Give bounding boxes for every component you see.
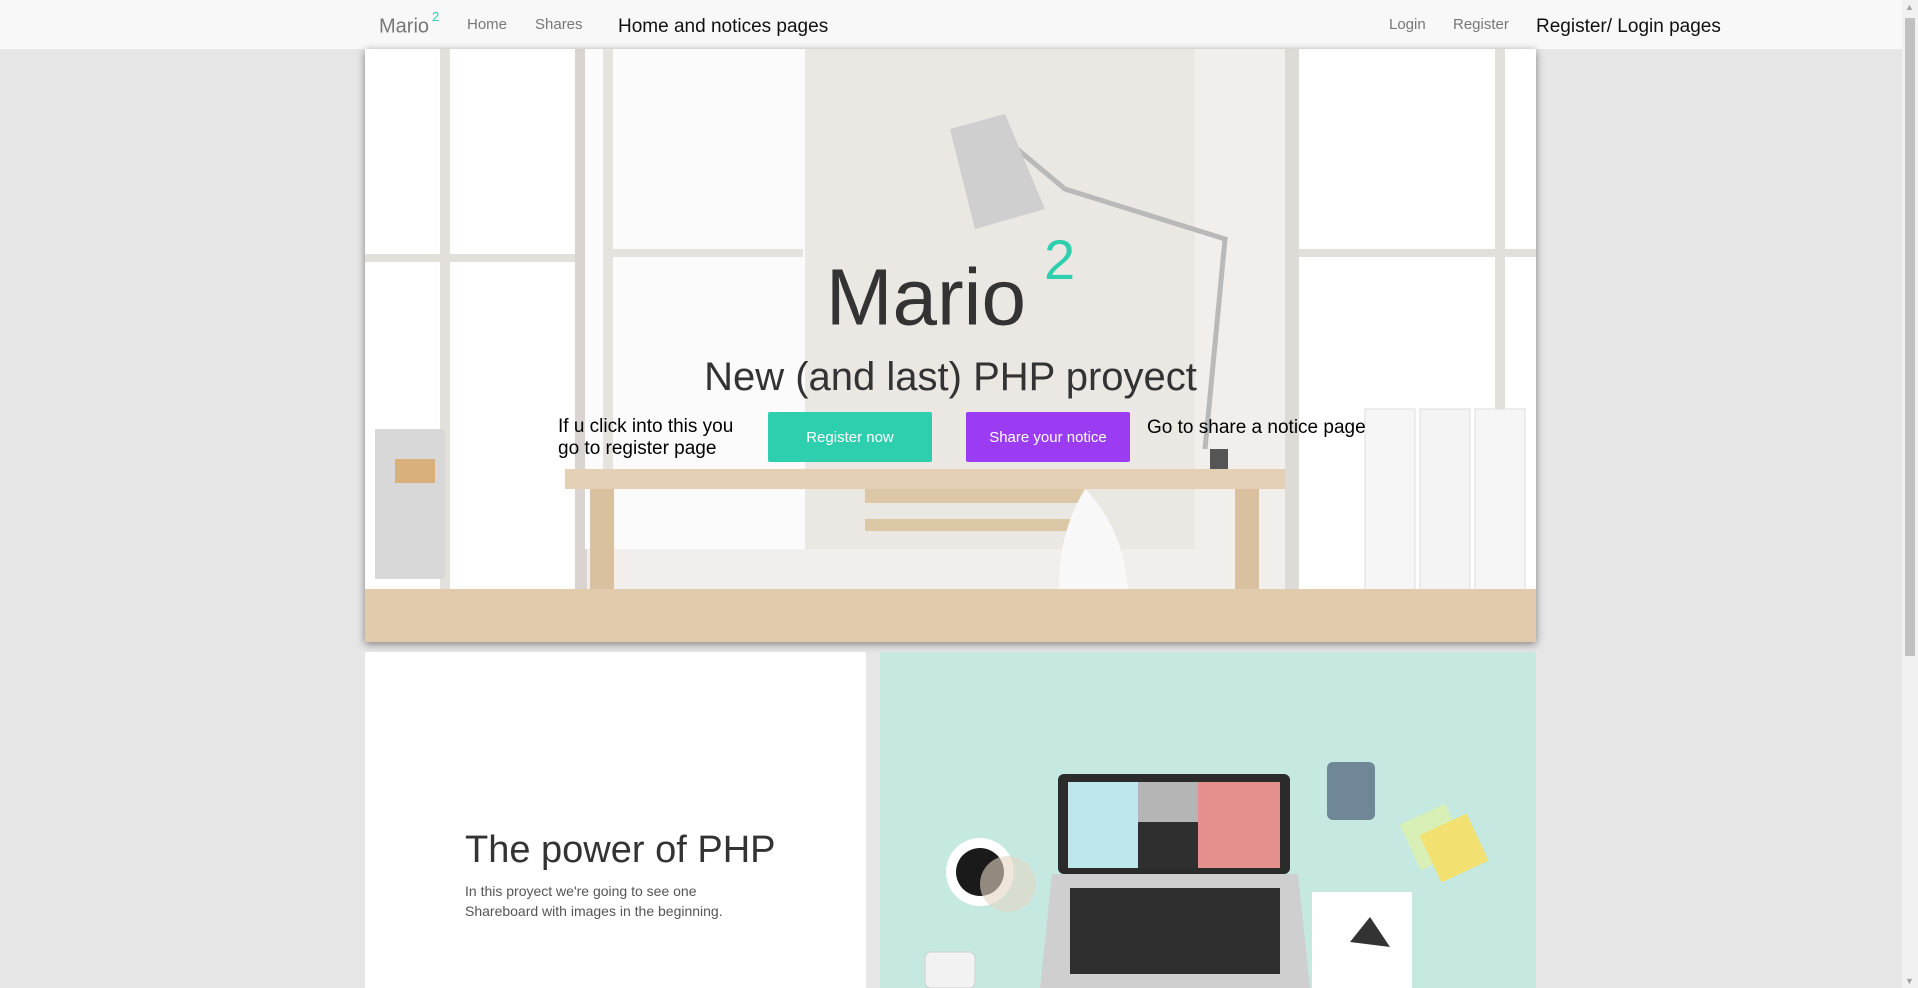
hero-background-image: [365, 49, 1536, 642]
feature-text-panel: The power of PHP In this proyect we're g…: [365, 652, 866, 988]
annotation-register-hint: If u click into this you go to register …: [558, 416, 733, 460]
annotation-share-hint: Go to share a notice page: [1147, 417, 1366, 438]
annotation-register-hint-line1: If u click into this you: [558, 416, 734, 437]
scroll-down-icon[interactable]: ▼: [1905, 976, 1914, 986]
hero-title: Mario 2: [365, 228, 1536, 344]
navbar: Mario 2 Home Shares Home and notices page…: [0, 0, 1902, 50]
workspace-laptop-image: [880, 652, 1536, 988]
nav-home-link[interactable]: Home: [467, 16, 507, 33]
share-notice-button[interactable]: Share your notice: [966, 412, 1130, 462]
annotation-register-login: Register/ Login pages: [1536, 16, 1721, 37]
feature-description: In this proyect we're going to see one S…: [465, 881, 765, 921]
annotation-home-notices: Home and notices pages: [618, 16, 829, 37]
vertical-scrollbar[interactable]: ▲ ▼: [1902, 0, 1918, 988]
scrollbar-thumb[interactable]: [1905, 18, 1915, 656]
scroll-up-icon[interactable]: ▲: [1905, 2, 1914, 12]
brand-logo[interactable]: Mario 2: [379, 9, 439, 39]
register-now-button[interactable]: Register now: [768, 412, 932, 462]
hero-subtitle: New (and last) PHP proyect: [704, 355, 1197, 399]
feature-description-line1: In this proyect we're going to see one: [465, 883, 697, 899]
hero-title-superscript: 2: [1043, 228, 1076, 291]
brand-name[interactable]: Mario: [379, 16, 429, 38]
feature-title: The power of PHP: [465, 829, 776, 871]
hero-title-text: Mario: [825, 252, 1026, 342]
brand-superscript: 2: [432, 9, 440, 24]
nav-login-link[interactable]: Login: [1389, 16, 1426, 33]
hero-section: Mario 2 New (and last) PHP proyect If u c…: [365, 49, 1536, 642]
nav-register-link[interactable]: Register: [1453, 16, 1509, 33]
feature-description-line2: Shareboard with images in the beginning.: [465, 903, 723, 919]
nav-shares-link[interactable]: Shares: [535, 16, 583, 33]
annotation-register-hint-line2: go to register page: [558, 438, 717, 459]
feature-image: [880, 652, 1536, 988]
